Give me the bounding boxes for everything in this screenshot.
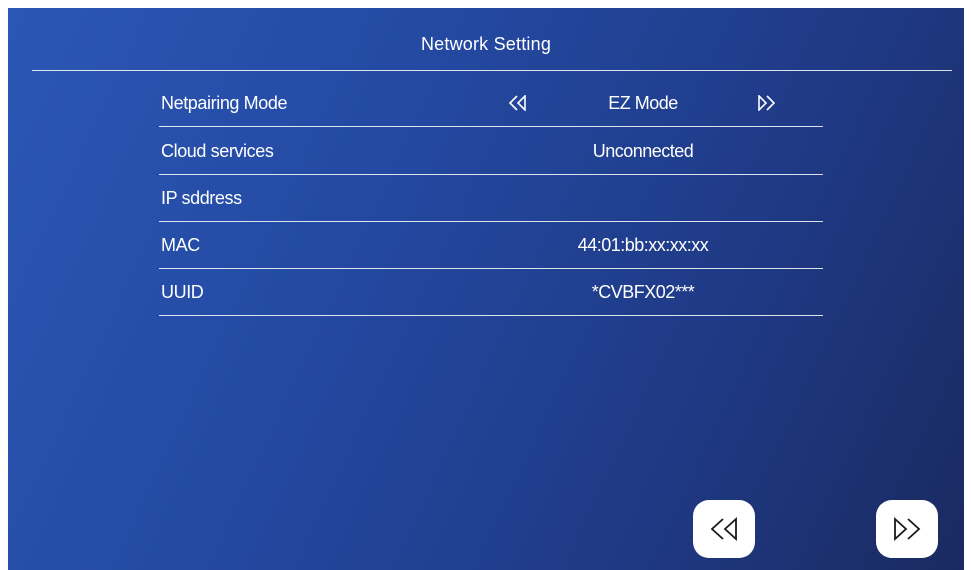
cloud-services-value: Unconnected bbox=[592, 140, 694, 161]
title-divider bbox=[32, 70, 952, 71]
double-chevron-left-icon bbox=[710, 517, 737, 541]
ip-address-label: IP sddress bbox=[161, 187, 242, 208]
page-title: Network Setting bbox=[420, 34, 552, 54]
uuid-row: UUID *CVBFX02*** bbox=[159, 269, 823, 316]
double-chevron-right-icon bbox=[894, 517, 921, 541]
cloud-services-label: Cloud services bbox=[161, 140, 274, 161]
ip-address-row: IP sddress bbox=[159, 175, 823, 222]
cloud-services-row: Cloud services Unconnected bbox=[159, 128, 823, 175]
previous-page-button[interactable] bbox=[693, 500, 755, 558]
network-setting-screen: Network Setting Netpairing Mode EZ Mode … bbox=[8, 8, 964, 570]
double-chevron-right-icon bbox=[758, 95, 776, 111]
uuid-label: UUID bbox=[161, 281, 204, 302]
mac-row: MAC 44:01:bb:xx:xx:xx bbox=[159, 222, 823, 269]
mac-value: 44:01:bb:xx:xx:xx bbox=[577, 234, 709, 255]
netpairing-mode-prev-button[interactable] bbox=[506, 80, 530, 126]
netpairing-mode-label: Netpairing Mode bbox=[161, 92, 288, 113]
netpairing-mode-next-button[interactable] bbox=[754, 80, 778, 126]
netpairing-mode-value: EZ Mode bbox=[608, 92, 678, 113]
next-page-button[interactable] bbox=[876, 500, 938, 558]
ip-address-value bbox=[559, 175, 727, 221]
double-chevron-left-icon bbox=[508, 95, 526, 111]
netpairing-mode-row: Netpairing Mode EZ Mode bbox=[159, 80, 823, 127]
mac-label: MAC bbox=[161, 234, 200, 255]
uuid-value: *CVBFX02*** bbox=[591, 281, 695, 302]
